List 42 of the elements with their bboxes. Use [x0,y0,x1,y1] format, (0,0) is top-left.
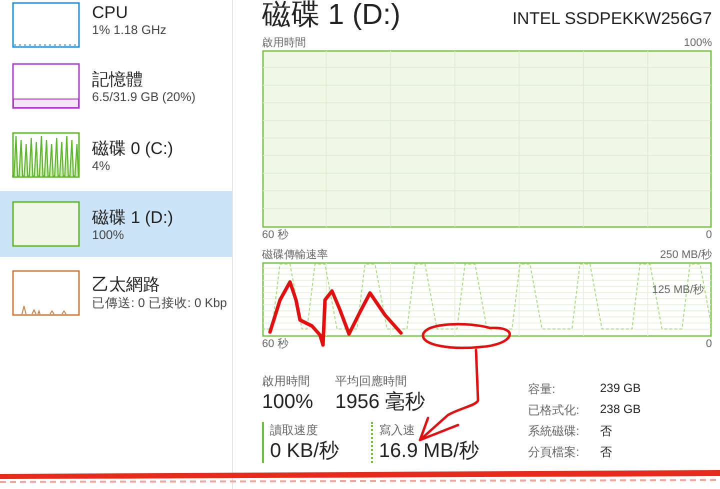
axis-time-label: 0 [706,228,712,242]
sidebar-item[interactable]: 磁碟 0 (C:) 4% [0,122,232,188]
axis-time-label: 60 秒 [262,337,288,351]
stat-value: 0 KB/秒 [270,439,339,463]
device-usage: 已傳送: 0 已接收: 0 Kbp [92,295,227,312]
axis-time-label: 0 [706,337,712,351]
device-name: 磁碟 0 (C:) [92,138,174,158]
device-usage: 100% [92,228,125,242]
stat-value: 100% [262,390,314,414]
sidebar-item[interactable]: 記憶體 6.5/31.9 GB (20%) [0,53,232,119]
sidebar-item[interactable]: 磁碟 1 (D:) 100% [0,191,232,257]
device-usage: 1% 1.18 GHz [92,23,166,37]
axis-max-label: 100% [684,36,712,50]
stat-value: 16.9 MB/秒 [378,439,479,463]
disk-model: INTEL SSDPEKKW256G7 [512,9,712,29]
stat-value: 1956 毫秒 [335,390,426,414]
property-value: 238 GB [600,402,641,418]
property-label: 已格式化: [528,402,580,419]
device-name: 磁碟 1 (D:) [92,206,174,228]
stat-label: 啟用時間 [262,373,311,390]
axis-mid-label: 125 MB/秒 [652,283,704,297]
device-name: 記憶體 [92,68,144,90]
sidebar-item[interactable]: 乙太網路 已傳送: 0 已接收: 0 Kbp [0,260,232,326]
device-name: 乙太網路 [92,274,161,295]
property-value: 否 [600,444,613,461]
chart-label: 啟用時間 [262,36,306,50]
chart-label: 磁碟傳輸速率 [262,248,328,262]
axis-time-label: 60 秒 [262,228,288,242]
property-label: 系統磁碟: [528,423,580,440]
stat-label: 平均回應時間 [335,373,408,390]
axis-max-label: 250 MB/秒 [660,248,712,262]
device-name: CPU [92,2,129,23]
property-value: 否 [600,423,613,440]
property-value: 239 GB [600,381,641,397]
property-label: 容量: [528,381,556,398]
disk-title: 磁碟 1 (D:) [262,0,401,30]
stat-label: 寫入速 [378,422,416,439]
property-label: 分頁檔案: [528,444,580,461]
sidebar-item[interactable]: CPU 1% 1.18 GHz [0,0,232,50]
stat-label: 讀取速度 [270,422,319,439]
device-usage: 6.5/31.9 GB (20%) [92,90,196,104]
device-usage: 4% [92,158,112,172]
